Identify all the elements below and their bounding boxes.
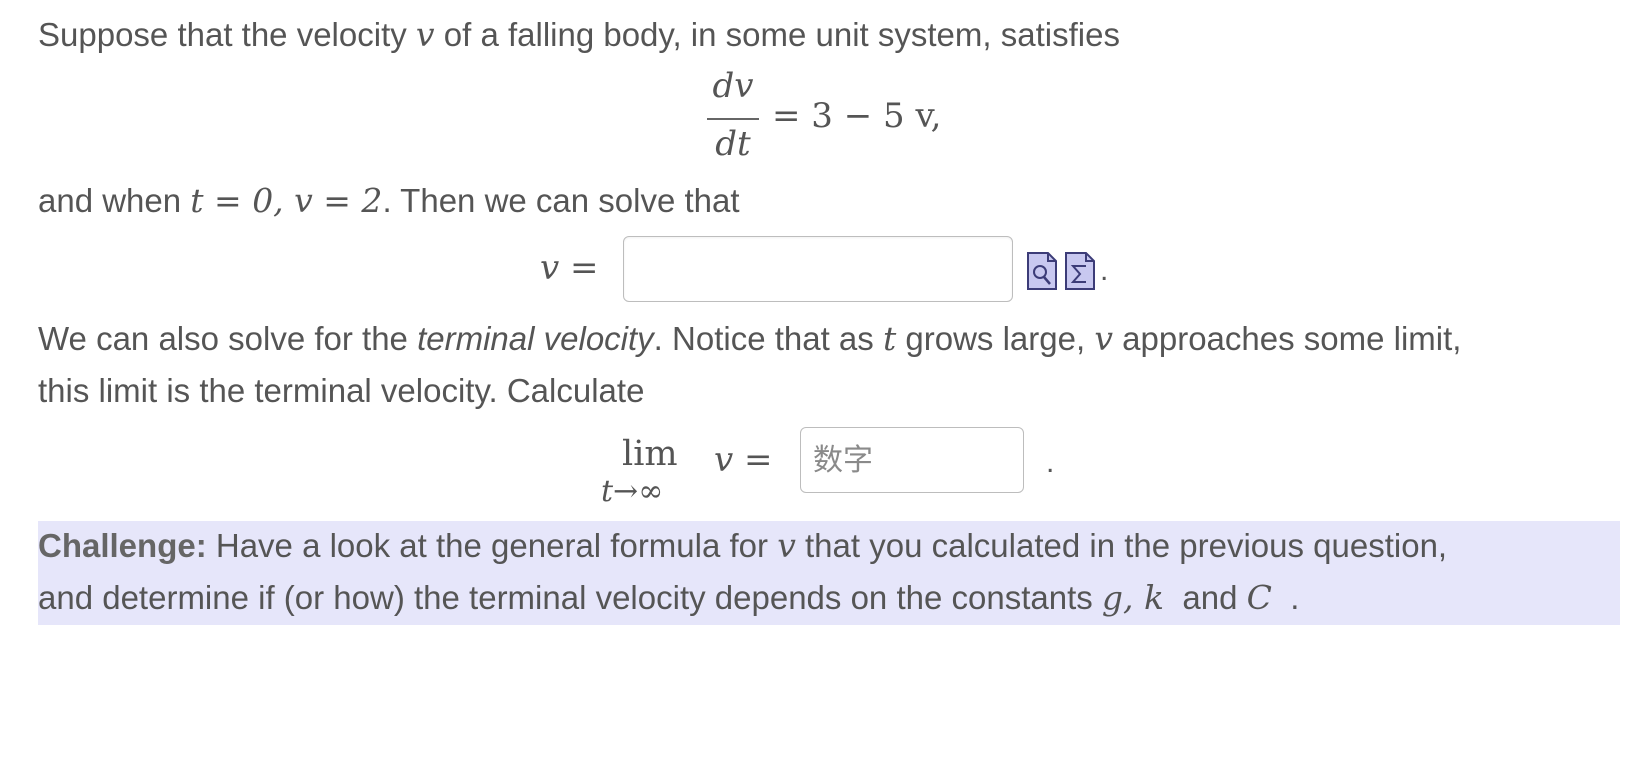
answer1-period: . [1100, 254, 1109, 287]
challenge-line-1: Challenge: Have a look at the general fo… [38, 521, 1447, 571]
limit-operator: lim [622, 434, 678, 474]
challenge-text-a: Have a look at the general formula for [215, 527, 769, 564]
terminal-text-d: approaches some limit, [1122, 320, 1462, 357]
condition-line: and when t = 0, v = 2. Then we can solve… [38, 176, 740, 226]
terminal-text-c: grows large, [905, 320, 1086, 357]
condition-text-after: . Then we can solve that [382, 182, 740, 219]
initial-condition-math: t = 0, v = 2 [190, 181, 383, 220]
intro-line: Suppose that the velocity v of a falling… [38, 10, 1120, 60]
velocity-symbol-3: v [777, 526, 796, 565]
limit-expression: v = [714, 440, 773, 480]
condition-text-before: and when [38, 182, 182, 219]
velocity-symbol-2: v [1094, 319, 1113, 358]
challenge-text-c: and determine if (or how) the terminal v… [38, 579, 1093, 616]
intro-text-after: of a falling body, in some unit system, … [443, 16, 1120, 53]
time-symbol: t [882, 319, 897, 358]
constant-c: C [1246, 578, 1272, 617]
challenge-box: Challenge: Have a look at the general fo… [38, 521, 1620, 625]
terminal-line-2: this limit is the terminal velocity. Cal… [38, 372, 645, 409]
answer-lhs: v = [540, 248, 599, 288]
limit-period: . [1046, 446, 1055, 479]
equation-rhs: = 3 − 5 v, [772, 96, 942, 136]
challenge-and: and [1182, 579, 1238, 616]
velocity-symbol: v [415, 15, 435, 54]
fraction-numerator: dv [712, 66, 754, 106]
terminal-text-b: . Notice that as [653, 320, 874, 357]
intro-text-before: Suppose that the velocity [38, 16, 407, 53]
challenge-label: Challenge: [38, 527, 207, 564]
challenge-period: . [1290, 579, 1300, 616]
velocity-formula-input[interactable] [623, 236, 1013, 302]
sigma-icon[interactable] [1065, 252, 1095, 290]
challenge-line-2: and determine if (or how) the terminal v… [38, 573, 1299, 623]
fraction-denominator: dt [715, 124, 751, 164]
terminal-velocity-input[interactable] [800, 427, 1024, 493]
limit-subscript: t→∞ [601, 474, 664, 509]
terminal-text-a: We can also solve for the [38, 320, 408, 357]
constants-g-k: g, k [1101, 578, 1165, 617]
fraction-bar [707, 118, 759, 120]
terminal-line-1: We can also solve for the terminal veloc… [38, 314, 1461, 364]
challenge-text-b: that you calculated in the previous ques… [805, 527, 1448, 564]
preview-icon[interactable] [1027, 252, 1057, 290]
terminal-velocity-emphasis: terminal velocity [417, 320, 654, 357]
